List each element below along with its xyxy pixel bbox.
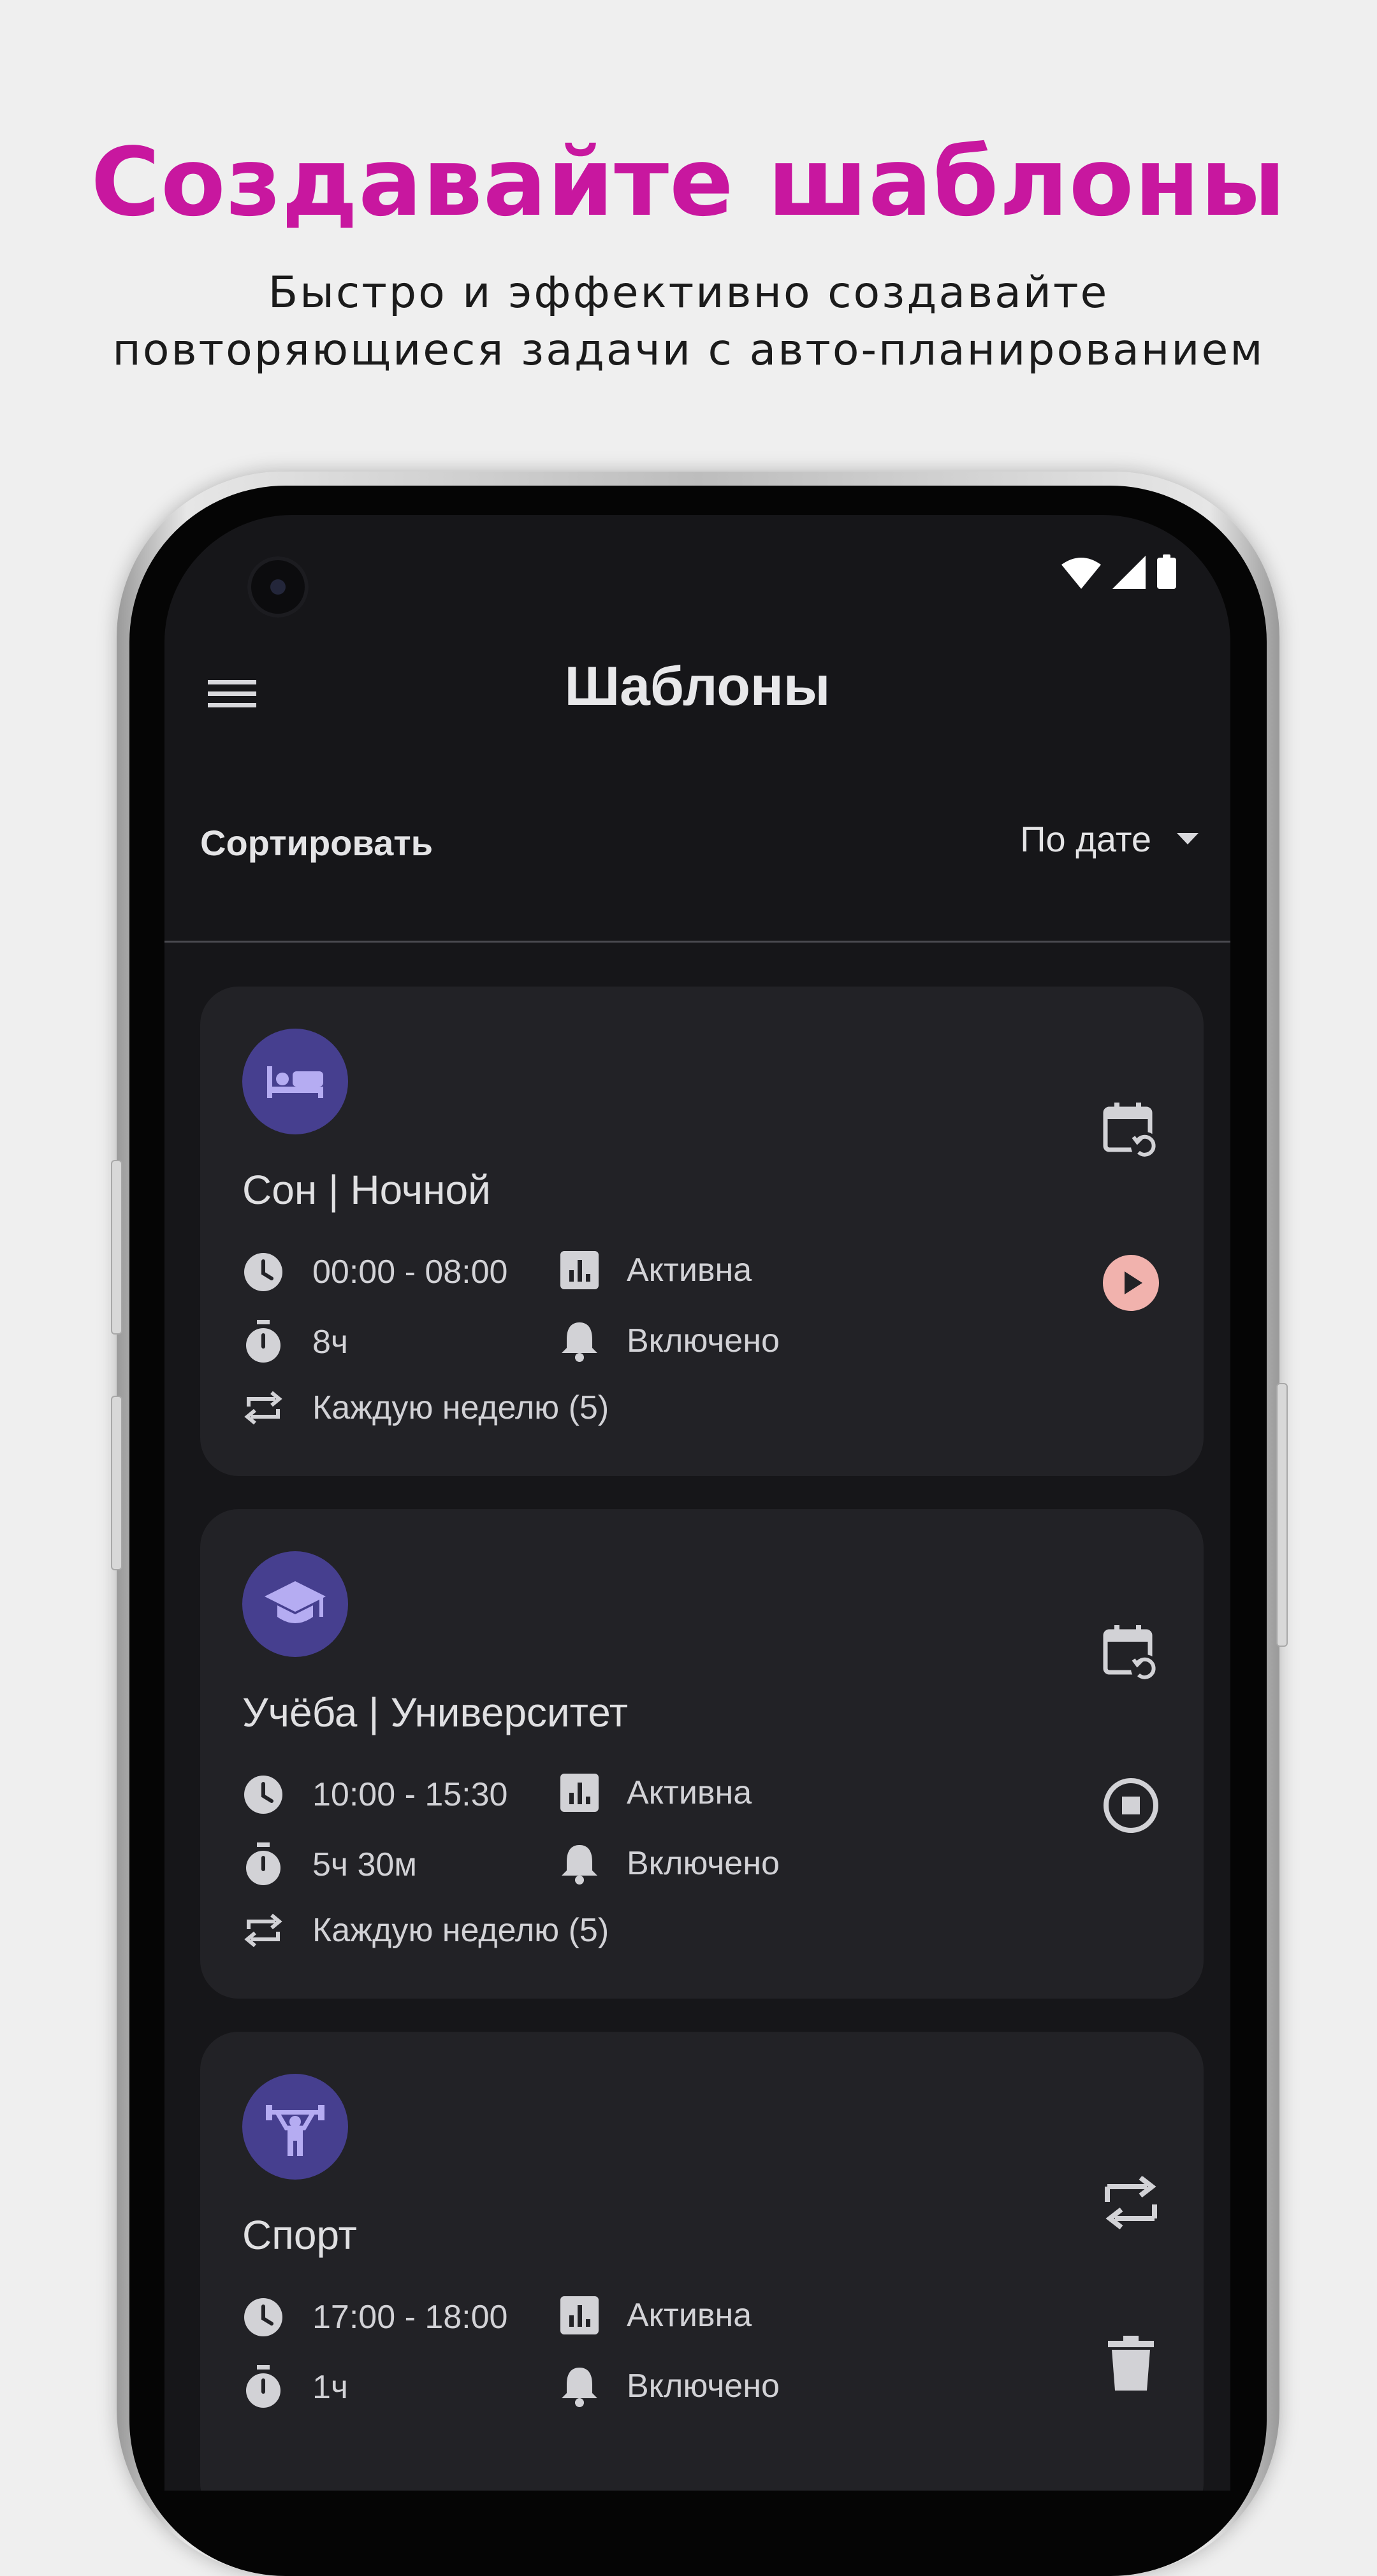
template-status: Активна <box>627 2297 752 2334</box>
reschedule-button[interactable] <box>1093 1092 1169 1169</box>
template-avatar <box>242 1551 348 1657</box>
status-info: Активна <box>560 1251 752 1289</box>
repeat-icon <box>244 1391 282 1425</box>
template-notifications: Включено <box>627 1322 780 1359</box>
phone-side-button <box>1276 1383 1288 1647</box>
template-time-range: 10:00 - 15:30 <box>312 1776 508 1813</box>
sort-dropdown[interactable]: По дате <box>1020 818 1198 860</box>
app-bar: Шаблоны <box>164 630 1230 757</box>
template-title: Учёба | Университет <box>242 1690 629 1735</box>
template-title: Спорт <box>242 2212 357 2258</box>
front-camera <box>247 556 309 618</box>
reschedule-button[interactable] <box>1093 1615 1169 1691</box>
phone-side-button <box>111 1160 122 1335</box>
notification-info: Включено <box>560 1320 780 1362</box>
template-card[interactable]: Учёба | Университет 10:00 - 15:30 Активн… <box>200 1509 1204 1999</box>
notification-info: Включено <box>560 2365 780 2407</box>
clock-icon <box>244 1776 282 1814</box>
app-screen: Шаблоны Сортировать По дате Сон | Ночной <box>164 515 1230 2491</box>
trash-icon <box>1108 2336 1154 2391</box>
promo-title: Создавайте шаблоны <box>91 127 1286 237</box>
delete-button[interactable] <box>1093 2325 1169 2401</box>
template-notifications: Включено <box>627 2368 780 2405</box>
status-info: Активна <box>560 2296 752 2334</box>
bar-chart-icon <box>560 1251 599 1289</box>
template-status: Активна <box>627 1774 752 1811</box>
template-status: Активна <box>627 1252 752 1289</box>
time-range-info: 00:00 - 08:00 <box>242 1251 507 1293</box>
graduation-cap-icon <box>265 1581 326 1623</box>
stop-button[interactable] <box>1093 1767 1169 1844</box>
template-time-range: 17:00 - 18:00 <box>312 2299 508 2336</box>
weightlifter-icon <box>266 2105 324 2156</box>
template-card[interactable]: Спорт 17:00 - 18:00 Активна 1ч Включено <box>200 2032 1204 2491</box>
play-icon <box>1103 1255 1159 1311</box>
promo-subtitle-line1: Быстро и эффективно создавайте <box>268 268 1109 318</box>
cellular-signal-icon <box>1112 556 1146 589</box>
template-duration: 5ч 30м <box>312 1846 418 1883</box>
bed-icon <box>267 1066 323 1098</box>
status-bar-icons <box>1061 554 1176 589</box>
bell-icon <box>562 1845 597 1885</box>
stop-icon <box>1104 1778 1158 1833</box>
stopwatch-icon <box>246 1842 280 1885</box>
dropdown-arrow-icon <box>1177 832 1198 844</box>
repeat-info: Каждую неделю (5) <box>242 1389 609 1427</box>
time-range-info: 10:00 - 15:30 <box>242 1774 507 1816</box>
bell-icon <box>562 1322 597 1362</box>
duration-info: 8ч <box>242 1320 348 1364</box>
bell-icon <box>562 2368 597 2407</box>
template-repeat: Каждую неделю (5) <box>312 1389 609 1426</box>
bar-chart-icon <box>560 1774 599 1812</box>
repeat-button[interactable] <box>1093 2166 1169 2242</box>
clock-icon <box>244 2298 282 2336</box>
stopwatch-icon <box>246 1320 280 1363</box>
sort-row: Сортировать По дате <box>164 795 1230 885</box>
status-info: Активна <box>560 1774 752 1812</box>
repeat-info: Каждую неделю (5) <box>242 1911 609 1950</box>
template-card[interactable]: Сон | Ночной 00:00 - 08:00 Активна 8ч Вк… <box>200 987 1204 1476</box>
calendar-reschedule-icon <box>1103 1103 1159 1160</box>
repeat-icon <box>244 1913 282 1948</box>
battery-icon <box>1157 554 1176 589</box>
phone-side-button <box>111 1396 122 1570</box>
time-range-info: 17:00 - 18:00 <box>242 2296 507 2338</box>
promo-subtitle-line2: повторяющиеся задачи с авто-планирование… <box>112 325 1265 375</box>
wifi-icon <box>1061 558 1101 589</box>
duration-info: 5ч 30м <box>242 1842 417 1887</box>
start-button[interactable] <box>1093 1245 1169 1321</box>
page-title: Шаблоны <box>564 656 831 717</box>
clock-icon <box>244 1253 282 1291</box>
repeat-icon <box>1105 2176 1157 2230</box>
notification-info: Включено <box>560 1842 780 1885</box>
calendar-reschedule-icon <box>1103 1625 1159 1682</box>
duration-info: 1ч <box>242 2365 348 2410</box>
template-title: Сон | Ночной <box>242 1167 491 1213</box>
template-duration: 8ч <box>312 1324 349 1361</box>
template-notifications: Включено <box>627 1845 780 1882</box>
sort-dropdown-value: По дате <box>1020 819 1151 859</box>
sort-label: Сортировать <box>200 823 433 863</box>
template-time-range: 00:00 - 08:00 <box>312 1254 508 1291</box>
bar-chart-icon <box>560 2296 599 2334</box>
promo-subtitle: Быстро и эффективно создавайте повторяющ… <box>64 264 1313 379</box>
sort-divider <box>164 941 1230 943</box>
template-repeat: Каждую неделю (5) <box>312 1912 609 1949</box>
template-avatar <box>242 2074 348 2180</box>
stopwatch-icon <box>246 2365 280 2408</box>
template-avatar <box>242 1029 348 1134</box>
template-duration: 1ч <box>312 2369 349 2406</box>
